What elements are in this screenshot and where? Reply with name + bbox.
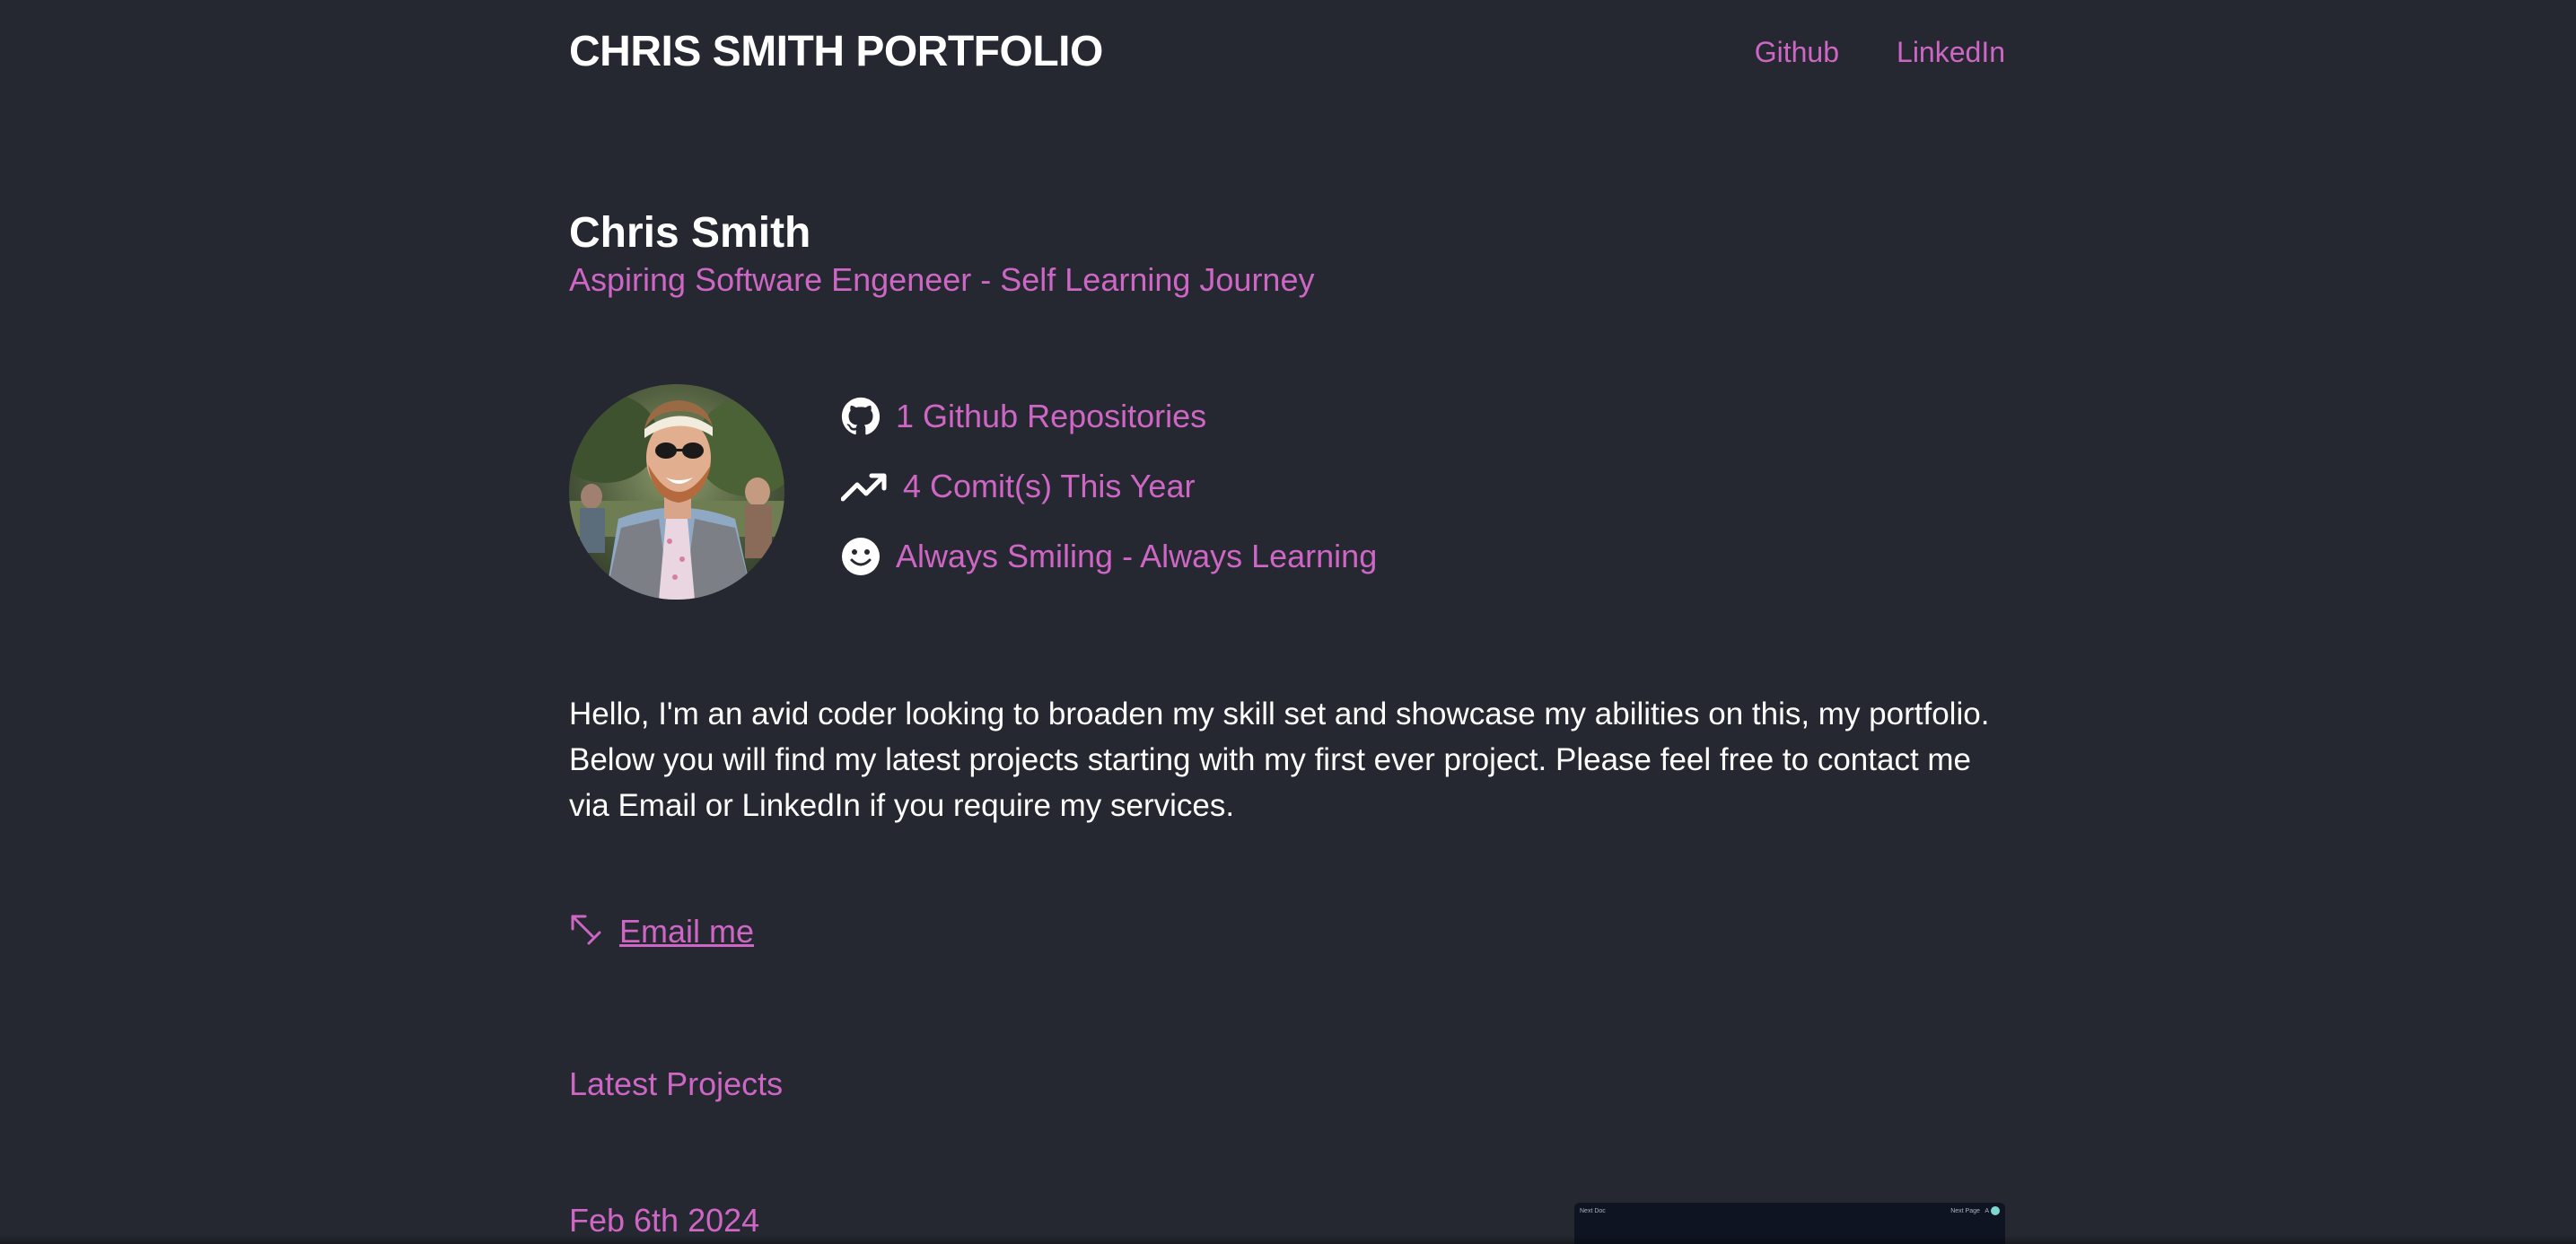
avatar — [569, 384, 784, 600]
site-header: CHRIS SMITH PORTFOLIO Github LinkedIn — [569, 27, 2005, 77]
site-brand[interactable]: CHRIS SMITH PORTFOLIO — [569, 27, 1103, 77]
profile-subtitle: Aspiring Software Engeneer - Self Learni… — [569, 261, 1315, 298]
stat-label: Always Smiling - Always Learning — [896, 538, 1378, 574]
trending-up-icon — [840, 466, 889, 507]
thumbnail-avatar-dot — [1991, 1206, 2000, 1215]
bio-paragraph: Hello, I'm an avid coder looking to broa… — [569, 696, 1990, 823]
nav-link-linkedin[interactable]: LinkedIn — [1897, 34, 2005, 70]
bottom-shadow — [0, 1235, 2576, 1244]
stat-commits: 4 Comit(s) This Year — [840, 461, 1377, 512]
top-nav: Github LinkedIn — [1755, 34, 2005, 70]
page: CHRIS SMITH PORTFOLIO Github LinkedIn Ch… — [0, 0, 2576, 1244]
stat-label: 4 Comit(s) This Year — [903, 468, 1196, 504]
email-me-link[interactable]: Email me — [619, 912, 754, 951]
nav-link-github[interactable]: Github — [1755, 34, 1839, 70]
stat-repositories: 1 Github Repositories — [840, 391, 1377, 442]
github-icon — [840, 396, 881, 437]
thumbnail-nav-left: Next Doc — [1580, 1208, 1606, 1214]
avatar-photo — [569, 384, 784, 600]
stats-list: 1 Github Repositories 4 Comit(s) This Ye… — [840, 391, 1377, 601]
smile-icon — [840, 536, 881, 577]
stat-label: 1 Github Repositories — [896, 398, 1207, 434]
email-link-row[interactable]: Email me — [569, 912, 754, 951]
stat-motto: Always Smiling - Always Learning — [840, 531, 1377, 582]
thumbnail-nav-right: Next Page A — [1950, 1208, 1989, 1214]
arrow-up-right-icon — [569, 913, 603, 951]
profile-name: Chris Smith — [569, 209, 811, 257]
latest-projects-heading: Latest Projects — [569, 1065, 784, 1102]
